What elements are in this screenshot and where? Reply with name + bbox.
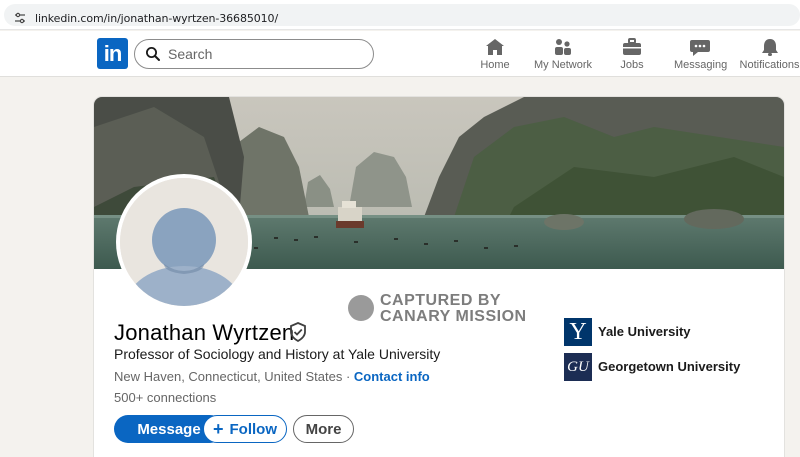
messaging-icon (690, 40, 710, 56)
profile-location: New Haven, Connecticut, United States (114, 369, 343, 384)
education-name: Georgetown University (598, 359, 741, 374)
avatar[interactable] (116, 174, 252, 310)
search-input[interactable] (168, 45, 358, 63)
profile-name: Jonathan Wyrtzen (114, 320, 295, 345)
verified-badge-icon[interactable] (289, 322, 307, 342)
url-text[interactable]: linkedin.com/in/jonathan-wyrtzen-3668501… (35, 12, 278, 25)
georgetown-logo-icon: GU (564, 353, 592, 381)
yale-logo-icon: Y (564, 318, 592, 346)
profile-location-row: New Haven, Connecticut, United States · … (114, 369, 430, 384)
nav-home-label: Home (480, 59, 510, 71)
canary-mission-watermark: CAPTURED BY CANARY MISSION (348, 292, 528, 327)
nav-my-network[interactable]: My Network (532, 37, 594, 75)
follow-label: Follow (229, 420, 278, 438)
nav-notifications-label: Notifications (739, 59, 800, 71)
briefcase-icon (623, 38, 641, 55)
plus-icon: + (212, 419, 224, 439)
more-button[interactable]: More (293, 415, 354, 443)
avatar-placeholder (120, 178, 248, 306)
watermark-logo-icon (348, 295, 374, 321)
search-icon (146, 47, 160, 61)
bell-icon (761, 39, 778, 56)
connections-count[interactable]: 500+ connections (114, 390, 216, 405)
nav-jobs[interactable]: Jobs (614, 37, 650, 75)
home-icon (486, 39, 504, 55)
education-name: Yale University (598, 324, 691, 339)
watermark-line2: CANARY MISSION (380, 308, 527, 325)
person-silhouette-icon (120, 178, 248, 306)
nav-notifications[interactable]: Notifications (739, 37, 800, 75)
search-box[interactable] (134, 39, 374, 69)
network-icon (555, 39, 571, 55)
linkedin-logo[interactable]: in (97, 38, 128, 69)
nav-jobs-label: Jobs (620, 59, 644, 71)
profile-headline: Professor of Sociology and History at Ya… (114, 346, 441, 362)
follow-button[interactable]: + Follow (203, 415, 287, 443)
nav-messaging-label: Messaging (674, 59, 728, 71)
location-separator: · (342, 369, 354, 384)
nav-messaging[interactable]: Messaging (674, 37, 728, 75)
address-field[interactable]: linkedin.com/in/jonathan-wyrtzen-3668501… (4, 4, 800, 26)
contact-info-link[interactable]: Contact info (354, 369, 430, 384)
nav-my-network-label: My Network (533, 59, 593, 71)
top-nav: in Home My Network Jobs (0, 31, 800, 77)
nav-home[interactable]: Home (478, 37, 512, 75)
profile-card: CAPTURED BY CANARY MISSION Jonathan Wyrt… (94, 97, 784, 457)
browser-url-bar: linkedin.com/in/jonathan-wyrtzen-3668501… (0, 0, 800, 30)
site-settings-icon[interactable] (14, 12, 26, 24)
